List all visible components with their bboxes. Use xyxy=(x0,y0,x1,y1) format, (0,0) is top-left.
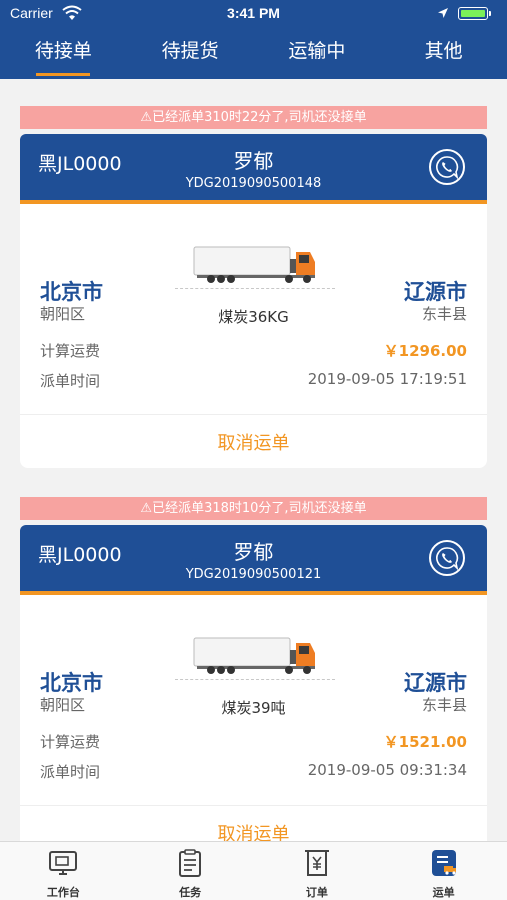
nav-label: 任务 xyxy=(179,886,202,899)
bottom-tab-bar: 工作台 任务 订单 运单 xyxy=(0,841,507,900)
top-bar: Carrier 3:41 PM 待接单 待提货 运输中 其他 xyxy=(0,0,507,79)
order-card-header: 黑JL0000 罗郁 YDG2019090500148 xyxy=(20,134,487,204)
driver-name: 罗郁 xyxy=(233,540,274,564)
tab-other[interactable]: 其他 xyxy=(380,28,507,79)
dispatch-time-label: 派单时间 xyxy=(40,372,101,390)
tab-label: 运输中 xyxy=(288,40,346,62)
task-icon xyxy=(179,849,202,877)
truck-icon xyxy=(193,246,315,283)
call-driver-button[interactable] xyxy=(429,149,465,185)
dispatch-alert-banner: ⚠已经派单310时22分了,司机还没接单 xyxy=(20,106,487,129)
freight-amount: ￥1521.00 xyxy=(383,733,467,751)
tab-pending-accept[interactable]: 待接单 xyxy=(0,28,127,79)
order-number: YDG2019090500148 xyxy=(185,176,322,191)
status-time: 3:41 PM xyxy=(227,5,280,21)
route-dashed-line xyxy=(175,679,335,680)
nav-task[interactable]: 任务 xyxy=(127,842,254,900)
tab-pending-pickup[interactable]: 待提货 xyxy=(127,28,254,79)
destination-city: 辽源市 xyxy=(404,280,467,304)
driver-name: 罗郁 xyxy=(233,149,274,173)
nav-workbench[interactable]: 工作台 xyxy=(0,842,127,900)
dispatch-alert-banner: ⚠已经派单318时10分了,司机还没接单 xyxy=(20,497,487,520)
divider xyxy=(20,805,487,806)
order-tabs: 待接单 待提货 运输中 其他 xyxy=(0,28,507,79)
tab-label: 待接单 xyxy=(34,40,92,62)
nav-waybill[interactable]: 运单 xyxy=(380,842,507,900)
order-card-header: 黑JL0000 罗郁 YDG2019090500121 xyxy=(20,525,487,595)
nav-label: 工作台 xyxy=(46,886,80,899)
tab-in-transit[interactable]: 运输中 xyxy=(254,28,381,79)
dispatch-time: 2019-09-05 17:19:51 xyxy=(307,370,467,388)
order-number: YDG2019090500121 xyxy=(185,567,322,582)
origin-city: 北京市 xyxy=(40,280,103,304)
nav-order[interactable]: 订单 xyxy=(254,842,381,900)
nav-label: 订单 xyxy=(305,886,328,899)
origin-city: 北京市 xyxy=(40,671,103,695)
divider xyxy=(20,414,487,415)
route-dashed-line xyxy=(175,288,335,289)
order-card-body: 北京市 朝阳区 辽源市 东丰县 煤炭36KG 计算运费 ￥1296.00 派单时… xyxy=(20,204,487,468)
battery-tip xyxy=(489,11,491,16)
cancel-waybill-button[interactable]: 取消运单 xyxy=(20,429,487,455)
cargo-info: 煤炭39吨 xyxy=(221,699,286,717)
freight-label: 计算运费 xyxy=(40,733,101,751)
battery-icon xyxy=(458,7,488,20)
cargo-info: 煤炭36KG xyxy=(218,308,289,326)
location-arrow-icon xyxy=(438,8,448,18)
nav-label: 运单 xyxy=(432,886,455,899)
tab-label: 待提货 xyxy=(161,40,219,62)
active-tab-indicator xyxy=(36,73,91,76)
call-driver-button[interactable] xyxy=(429,540,465,576)
destination-city: 辽源市 xyxy=(404,671,467,695)
dispatch-time: 2019-09-05 09:31:34 xyxy=(307,761,467,779)
waybill-icon xyxy=(431,850,456,876)
status-bar: Carrier 3:41 PM xyxy=(0,0,507,28)
workbench-icon xyxy=(49,851,78,875)
tab-label: 其他 xyxy=(424,40,463,62)
freight-amount: ￥1296.00 xyxy=(383,342,467,360)
truck-icon xyxy=(193,637,315,674)
order-card-body: 北京市 朝阳区 辽源市 东丰县 煤炭39吨 计算运费 ￥1521.00 派单时间… xyxy=(20,595,487,859)
order-icon xyxy=(304,850,329,876)
phone-chat-icon xyxy=(436,156,459,179)
phone-chat-icon xyxy=(436,547,459,570)
dispatch-time-label: 派单时间 xyxy=(40,763,101,781)
freight-label: 计算运费 xyxy=(40,342,101,360)
